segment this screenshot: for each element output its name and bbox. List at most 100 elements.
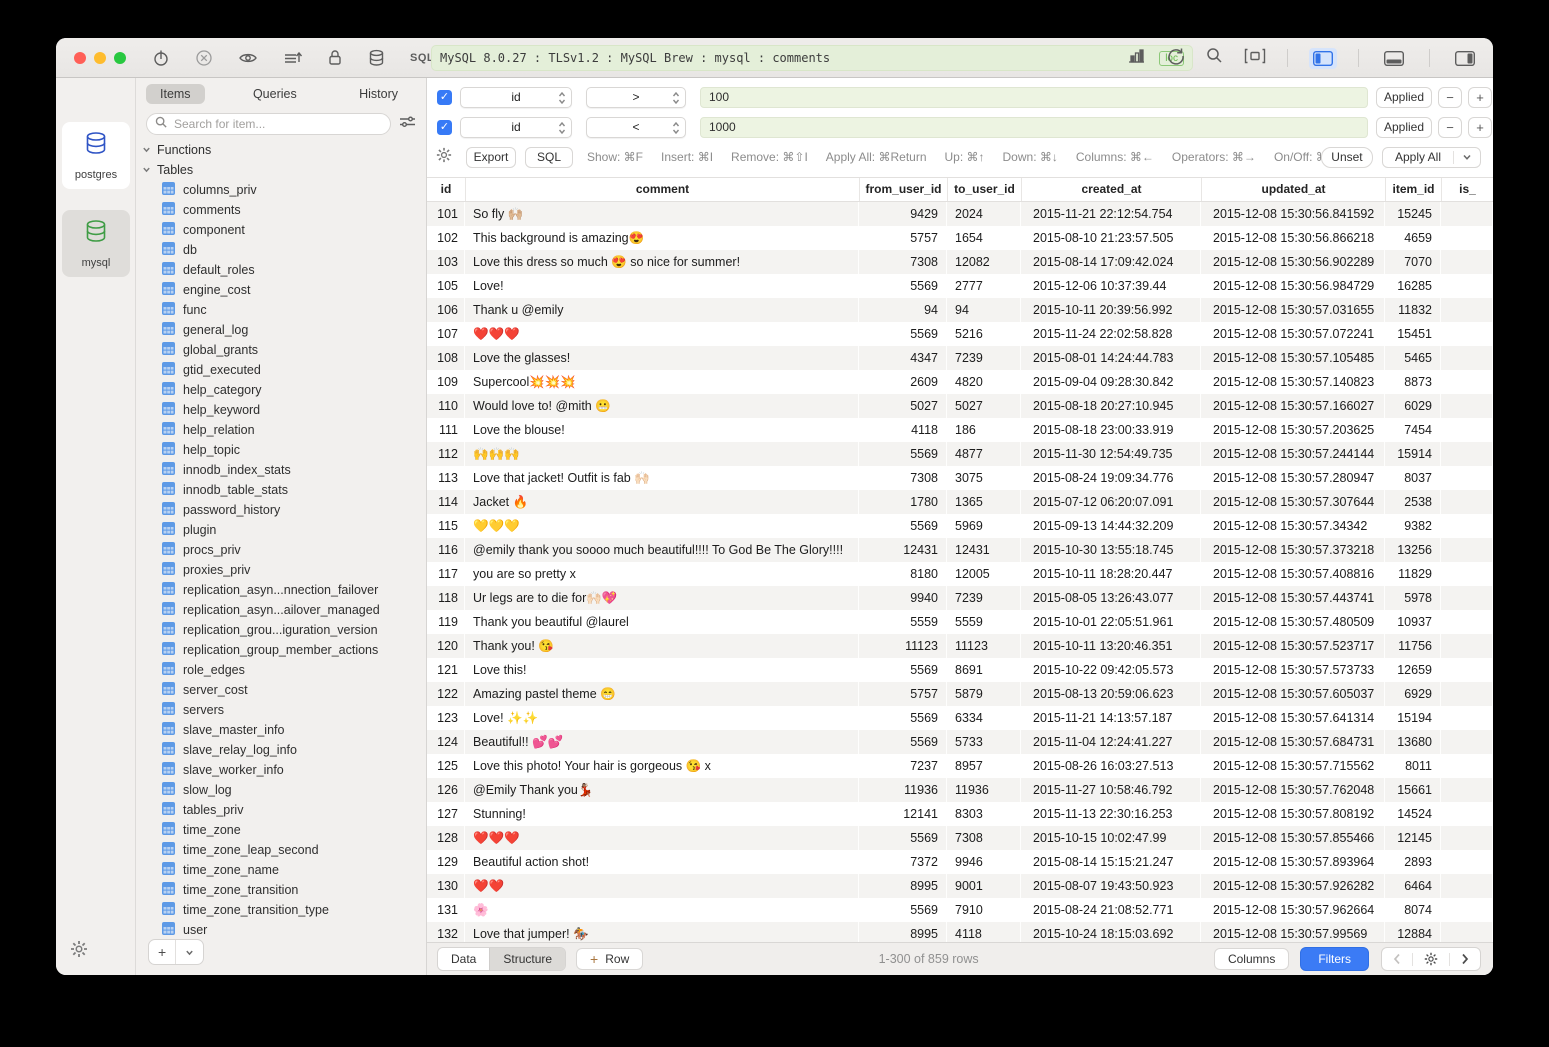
cell-is[interactable]	[1441, 394, 1493, 418]
cell-updated-at[interactable]: 2015-12-08 15:30:57.031655	[1201, 298, 1385, 322]
table-tree-item[interactable]: plugin	[136, 520, 426, 540]
cell-comment[interactable]: Thank you! 😘	[465, 634, 859, 658]
cell-to-user-id[interactable]: 8303	[947, 802, 1021, 826]
cell-from-user-id[interactable]: 5559	[859, 610, 947, 634]
table-tree-item[interactable]: db	[136, 240, 426, 260]
table-row[interactable]: 107 ❤️❤️❤️ 5569 5216 2015-11-24 22:02:58…	[427, 322, 1493, 346]
cell-is[interactable]	[1441, 898, 1493, 922]
toggle-bottom-panel-icon[interactable]	[1380, 48, 1408, 69]
table-tree-item[interactable]: time_zone_name	[136, 860, 426, 880]
cell-updated-at[interactable]: 2015-12-08 15:30:56.866218	[1201, 226, 1385, 250]
cell-updated-at[interactable]: 2015-12-08 15:30:57.373218	[1201, 538, 1385, 562]
table-tree-item[interactable]: global_grants	[136, 340, 426, 360]
cell-is[interactable]	[1441, 490, 1493, 514]
table-tree-item[interactable]: default_roles	[136, 260, 426, 280]
cell-from-user-id[interactable]: 7372	[859, 850, 947, 874]
table-row[interactable]: 123 Love! ✨✨ 5569 6334 2015-11-21 14:13:…	[427, 706, 1493, 730]
cell-item-id[interactable]: 15661	[1385, 778, 1441, 802]
cell-updated-at[interactable]: 2015-12-08 15:30:57.166027	[1201, 394, 1385, 418]
table-row[interactable]: 112 🙌🙌🙌 5569 4877 2015-11-30 12:54:49.73…	[427, 442, 1493, 466]
connection-mysql[interactable]: mysql	[62, 210, 130, 277]
table-row[interactable]: 116 @emily thank you soooo much beautifu…	[427, 538, 1493, 562]
cell-from-user-id[interactable]: 8995	[859, 922, 947, 942]
table-tree-item[interactable]: proxies_priv	[136, 560, 426, 580]
table-row[interactable]: 124 Beautiful!! 💕💕 5569 5733 2015-11-04 …	[427, 730, 1493, 754]
cell-is[interactable]	[1441, 346, 1493, 370]
cell-item-id[interactable]: 11829	[1385, 562, 1441, 586]
filter-enabled-checkbox[interactable]: ✓	[437, 120, 452, 135]
cell-is[interactable]	[1441, 514, 1493, 538]
cell-item-id[interactable]: 8011	[1385, 754, 1441, 778]
cell-item-id[interactable]: 12659	[1385, 658, 1441, 682]
cell-to-user-id[interactable]: 5969	[947, 514, 1021, 538]
cell-created-at[interactable]: 2015-11-27 10:58:46.792	[1021, 778, 1201, 802]
cell-updated-at[interactable]: 2015-12-08 15:30:57.072241	[1201, 322, 1385, 346]
cell-comment[interactable]: Supercool💥💥💥	[465, 370, 859, 394]
cell-item-id[interactable]: 15914	[1385, 442, 1441, 466]
cell-created-at[interactable]: 2015-08-26 16:03:27.513	[1021, 754, 1201, 778]
cell-item-id[interactable]: 10937	[1385, 610, 1441, 634]
cell-created-at[interactable]: 2015-08-07 19:43:50.923	[1021, 874, 1201, 898]
cell-is[interactable]	[1441, 610, 1493, 634]
cell-from-user-id[interactable]: 8995	[859, 874, 947, 898]
cell-id[interactable]: 102	[427, 226, 465, 250]
cell-id[interactable]: 116	[427, 538, 465, 562]
cell-id[interactable]: 130	[427, 874, 465, 898]
item-search-box[interactable]	[146, 113, 391, 135]
cell-from-user-id[interactable]: 5569	[859, 658, 947, 682]
filters-button[interactable]: Filters	[1300, 947, 1369, 971]
table-tree-item[interactable]: func	[136, 300, 426, 320]
remove-filter-button[interactable]: −	[1438, 117, 1462, 138]
table-row[interactable]: 105 Love! 5569 2777 2015-12-06 10:37:39.…	[427, 274, 1493, 298]
cell-to-user-id[interactable]: 9001	[947, 874, 1021, 898]
cell-to-user-id[interactable]: 3075	[947, 466, 1021, 490]
cell-comment[interactable]: 💛💛💛	[465, 514, 859, 538]
cell-created-at[interactable]: 2015-10-11 13:20:46.351	[1021, 634, 1201, 658]
cell-id[interactable]: 118	[427, 586, 465, 610]
cell-item-id[interactable]: 2538	[1385, 490, 1441, 514]
cell-from-user-id[interactable]: 8180	[859, 562, 947, 586]
column-header-is[interactable]: is_	[1441, 178, 1493, 201]
filter-applied-button[interactable]: Applied	[1376, 87, 1432, 108]
apply-all-button[interactable]: Apply All	[1382, 147, 1481, 168]
cell-to-user-id[interactable]: 94	[947, 298, 1021, 322]
cell-item-id[interactable]: 6464	[1385, 874, 1441, 898]
cell-id[interactable]: 112	[427, 442, 465, 466]
cell-item-id[interactable]: 12884	[1385, 922, 1441, 942]
cell-created-at[interactable]: 2015-08-10 21:23:57.505	[1021, 226, 1201, 250]
column-header-from-user-id[interactable]: from_user_id	[859, 178, 947, 201]
cell-item-id[interactable]: 16285	[1385, 274, 1441, 298]
refresh-icon[interactable]	[1167, 47, 1185, 70]
table-row[interactable]: 113 Love that jacket! Outfit is fab 🙌🏻 7…	[427, 466, 1493, 490]
cell-is[interactable]	[1441, 274, 1493, 298]
table-tree-item[interactable]: slave_master_info	[136, 720, 426, 740]
cell-item-id[interactable]: 15245	[1385, 202, 1441, 226]
cell-created-at[interactable]: 2015-08-18 20:27:10.945	[1021, 394, 1201, 418]
table-row[interactable]: 102 This background is amazing😍 5757 165…	[427, 226, 1493, 250]
add-row-button[interactable]: + Row	[576, 948, 643, 970]
table-row[interactable]: 117 you are so pretty x 8180 12005 2015-…	[427, 562, 1493, 586]
table-tree-item[interactable]: tables_priv	[136, 800, 426, 820]
filter-operator-select[interactable]: >	[586, 87, 686, 108]
cell-updated-at[interactable]: 2015-12-08 15:30:57.203625	[1201, 418, 1385, 442]
table-tree-item[interactable]: time_zone_transition_type	[136, 900, 426, 920]
cell-id[interactable]: 129	[427, 850, 465, 874]
cell-comment[interactable]: Love this photo! Your hair is gorgeous 😘…	[465, 754, 859, 778]
table-tree-item[interactable]: role_edges	[136, 660, 426, 680]
table-row[interactable]: 121 Love this! 5569 8691 2015-10-22 09:4…	[427, 658, 1493, 682]
table-tree-item[interactable]: help_keyword	[136, 400, 426, 420]
table-row[interactable]: 128 ❤️❤️❤️ 5569 7308 2015-10-15 10:02:47…	[427, 826, 1493, 850]
cell-item-id[interactable]: 12145	[1385, 826, 1441, 850]
cell-to-user-id[interactable]: 9946	[947, 850, 1021, 874]
cell-comment[interactable]: Love the blouse!	[465, 418, 859, 442]
table-tree-item[interactable]: procs_priv	[136, 540, 426, 560]
cell-comment[interactable]: Ur legs are to die for🙌🏻💖	[465, 586, 859, 610]
tab-data[interactable]: Data	[438, 948, 489, 970]
cell-comment[interactable]: ❤️❤️❤️	[465, 826, 859, 850]
table-tree-item[interactable]: slow_log	[136, 780, 426, 800]
cell-item-id[interactable]: 15451	[1385, 322, 1441, 346]
cell-item-id[interactable]: 8873	[1385, 370, 1441, 394]
cell-id[interactable]: 131	[427, 898, 465, 922]
cell-updated-at[interactable]: 2015-12-08 15:30:57.408816	[1201, 562, 1385, 586]
cell-created-at[interactable]: 2015-12-06 10:37:39.44	[1021, 274, 1201, 298]
